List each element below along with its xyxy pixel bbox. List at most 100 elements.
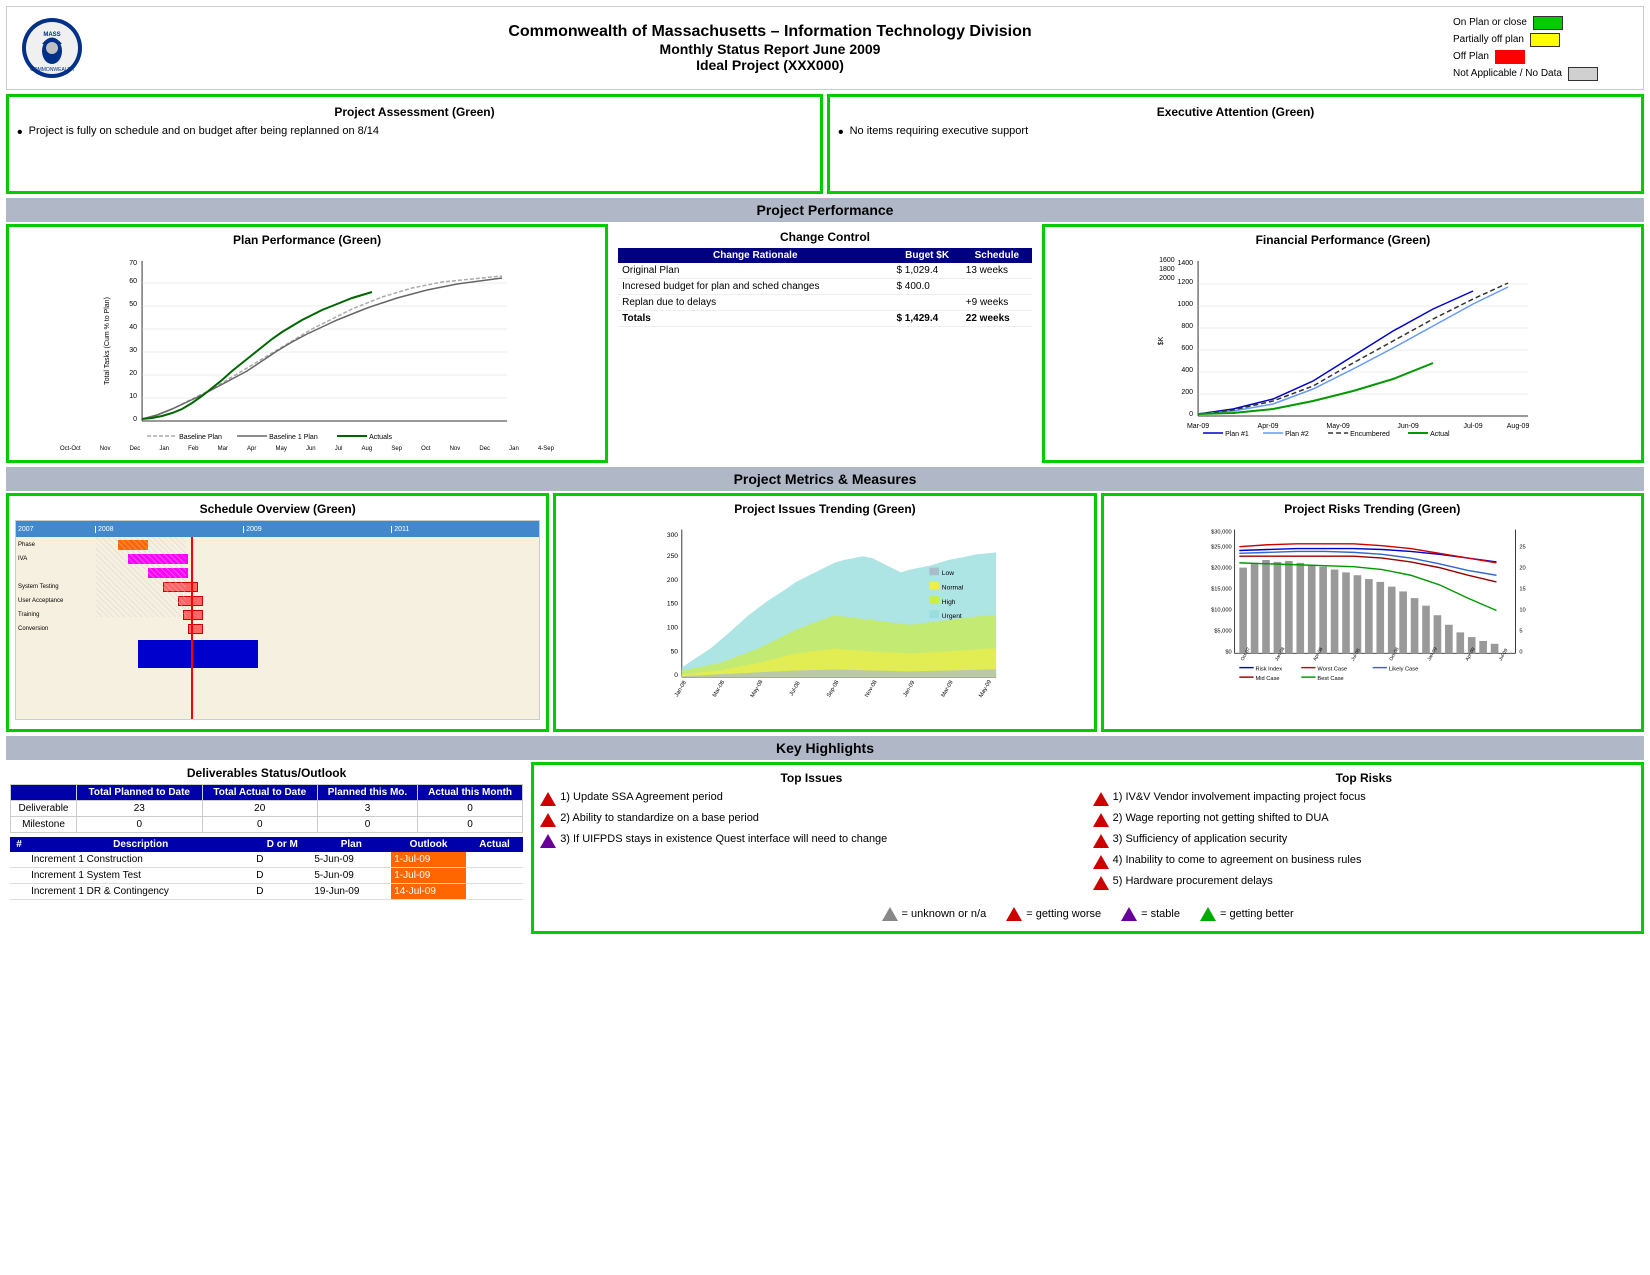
svg-text:Mar-08: Mar-08 [712, 680, 726, 699]
detail-row-3: Increment 1 DR & Contingency D 19-Jun-09… [10, 884, 523, 900]
svg-text:MASS: MASS [43, 32, 60, 38]
risk-triangle-2 [1093, 813, 1109, 827]
detail-row-1: Increment 1 Construction D 5-Jun-09 1-Ju… [10, 852, 523, 868]
svg-text:Encumbered: Encumbered [1350, 431, 1390, 438]
del-header-planned-mo: Planned this Mo. [317, 785, 417, 801]
svg-text:Mar-09: Mar-09 [941, 680, 955, 699]
svg-text:Baseline 1 Plan: Baseline 1 Plan [269, 434, 318, 441]
svg-text:Best Case: Best Case [1317, 676, 1343, 682]
issues-chart: 0 50 100 150 200 250 300 Low [562, 520, 1087, 720]
financial-performance-chart: 0 200 400 600 800 1000 1200 1400 1600 18… [1051, 251, 1635, 451]
svg-text:5: 5 [1519, 628, 1522, 634]
cc-header-rationale: Change Rationale [618, 248, 892, 263]
detail-num-1 [10, 852, 28, 868]
cc-schedule-2 [962, 279, 1032, 295]
financial-performance-box: Financial Performance (Green) 0 200 400 … [1042, 224, 1644, 463]
svg-text:20: 20 [1519, 566, 1525, 572]
svg-text:Jul-08: Jul-08 [789, 681, 802, 697]
executive-attention-box: Executive Attention (Green) • No items r… [827, 94, 1644, 194]
svg-text:Apr-09: Apr-09 [1464, 646, 1477, 662]
page: MASS COMMONWEALTH Commonwealth of Massac… [0, 0, 1650, 1275]
svg-text:Urgent: Urgent [942, 613, 962, 620]
issue-text-3: 3) If UIFPDS stays in existence Quest in… [560, 833, 887, 845]
detail-header-actual: Actual [466, 837, 523, 852]
svg-text:Low: Low [942, 570, 954, 577]
cc-row-1: Original Plan $ 1,029.4 13 weeks [618, 263, 1032, 279]
svg-text:800: 800 [1181, 323, 1193, 330]
svg-text:40: 40 [129, 324, 137, 331]
svg-text:Nov-08: Nov-08 [865, 680, 879, 699]
svg-text:Jul-09: Jul-09 [1497, 647, 1509, 662]
cc-schedule-1: 13 weeks [962, 263, 1032, 279]
cc-schedule-3: +9 weeks [962, 295, 1032, 311]
issue-item-2: 2) Ability to standardize on a base peri… [540, 812, 1082, 827]
legend-label-yellow: Partially off plan [1453, 34, 1524, 45]
svg-text:Mar-09: Mar-09 [1187, 423, 1209, 430]
legend-purple-label: = stable [1141, 908, 1180, 920]
project-assessment-content: • Project is fully on schedule and on bu… [17, 125, 812, 141]
svg-text:Likely Case: Likely Case [1389, 666, 1418, 672]
legend-label-gray: Not Applicable / No Data [1453, 68, 1562, 79]
deliverables-summary-table: Total Planned to Date Total Actual to Da… [10, 784, 523, 833]
svg-text:Mid Case: Mid Case [1255, 676, 1279, 682]
risk-text-1: 1) IV&V Vendor involvement impacting pro… [1113, 791, 1366, 803]
svg-text:Total Tasks (Cum % to Plan): Total Tasks (Cum % to Plan) [104, 297, 111, 385]
del-header-actual-mo: Actual this Month [417, 785, 522, 801]
del-label-milestone: Milestone [11, 817, 77, 833]
risks-trending-box: Project Risks Trending (Green) $0 $5,000… [1101, 493, 1644, 732]
detail-outlook-1: 1-Jul-09 [391, 852, 466, 868]
del-planned-milestone: 0 [76, 817, 202, 833]
risk-item-5: 5) Hardware procurement delays [1093, 875, 1635, 890]
svg-text:0: 0 [133, 416, 137, 423]
legend-box-gray [1568, 67, 1598, 81]
del-actual-mo-milestone: 0 [417, 817, 522, 833]
del-planned-mo-deliverable: 3 [317, 801, 417, 817]
cc-budget-3 [892, 295, 961, 311]
metrics-row: Schedule Overview (Green) 2007 2008 2009… [6, 493, 1644, 732]
metrics-section-title: Project Metrics & Measures [734, 471, 917, 487]
plan-performance-box: Plan Performance (Green) 0 10 20 30 40 5… [6, 224, 608, 463]
detail-desc-3: Increment 1 DR & Contingency [28, 884, 253, 900]
milestone-summary-row: Milestone 0 0 0 0 [11, 817, 523, 833]
svg-text:Sep-08: Sep-08 [826, 680, 840, 699]
cc-totals-budget: $ 1,429.4 [892, 311, 961, 327]
del-header-blank [11, 785, 77, 801]
project-assessment-text: Project is fully on schedule and on budg… [29, 125, 379, 137]
cc-rationale-2: Incresed budget for plan and sched chang… [618, 279, 892, 295]
svg-text:250: 250 [667, 553, 678, 560]
issues-trending-title: Project Issues Trending (Green) [562, 502, 1087, 516]
schedule-overview-box: Schedule Overview (Green) 2007 2008 2009… [6, 493, 549, 732]
legend-box-yellow [1530, 33, 1560, 47]
svg-text:20: 20 [129, 370, 137, 377]
key-highlights-title: Key Highlights [776, 740, 874, 756]
cc-totals-row: Totals $ 1,429.4 22 weeks [618, 311, 1032, 327]
performance-section-title: Project Performance [757, 202, 894, 218]
legend-item-yellow: Partially off plan [1453, 33, 1633, 47]
legend-gray-item: = unknown or n/a [882, 906, 987, 921]
title-line3: Ideal Project (XXX000) [87, 57, 1453, 73]
risk-text-2: 2) Wage reporting not getting shifted to… [1113, 812, 1329, 824]
risk-triangle-4 [1093, 855, 1109, 869]
legend-green-item: = getting better [1200, 906, 1294, 921]
cc-header-schedule: Schedule [962, 248, 1032, 263]
key-highlights-header: Key Highlights [6, 736, 1644, 760]
detail-row-2: Increment 1 System Test D 5-Jun-09 1-Jul… [10, 868, 523, 884]
legend-label-green: On Plan or close [1453, 17, 1527, 28]
detail-num-3 [10, 884, 28, 900]
del-label-deliverable: Deliverable [11, 801, 77, 817]
risk-triangle-1 [1093, 792, 1109, 806]
svg-text:1000: 1000 [1177, 301, 1193, 308]
del-header-total-actual: Total Actual to Date [202, 785, 317, 801]
cc-totals-label: Totals [618, 311, 892, 327]
top-issues-column: Top Issues 1) Update SSA Agreement perio… [540, 771, 1082, 896]
plan-performance-chart: 0 10 20 30 40 50 60 70 [15, 251, 599, 451]
svg-text:150: 150 [667, 601, 678, 608]
del-planned-deliverable: 23 [76, 801, 202, 817]
cc-rationale-3: Replan due to delays [618, 295, 892, 311]
risks-chart: $0 $5,000 $10,000 $15,000 $20,000 $25,00… [1110, 520, 1635, 720]
del-actual-mo-deliverable: 0 [417, 801, 522, 817]
issue-triangle-2 [540, 813, 556, 827]
risk-text-3: 3) Sufficiency of application security [1113, 833, 1288, 845]
executive-attention-text: No items requiring executive support [850, 125, 1029, 137]
svg-text:Jun-09: Jun-09 [1397, 423, 1419, 430]
